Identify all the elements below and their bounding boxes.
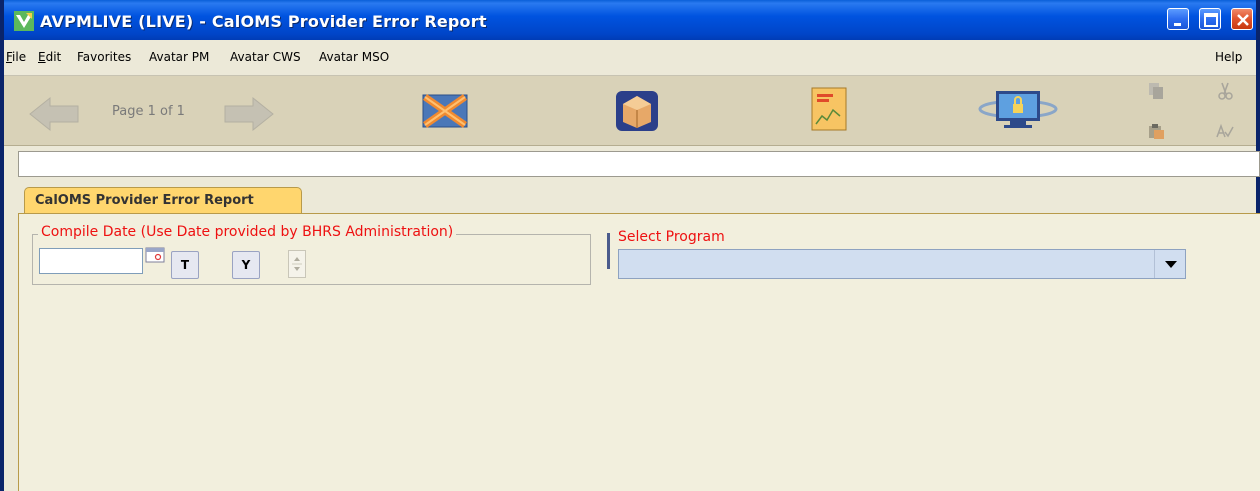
compile-date-label: Compile Date (Use Date provided by BHRS … <box>38 224 457 240</box>
menu-avatar-pm[interactable]: Avatar PM <box>149 50 209 64</box>
menu-avatar-mso[interactable]: Avatar MSO <box>319 50 389 64</box>
required-indicator <box>607 233 610 269</box>
select-program-label: Select Program <box>618 229 725 245</box>
close-form-icon[interactable] <box>421 93 469 129</box>
maximize-button[interactable] <box>1199 8 1221 30</box>
calendar-icon[interactable] <box>145 247 165 263</box>
submit-box-icon[interactable] <box>615 90 659 132</box>
menu-avatar-cws[interactable]: Avatar CWS <box>230 50 301 64</box>
menu-edit[interactable]: Edit <box>38 50 61 64</box>
compile-date-input[interactable] <box>39 248 143 274</box>
program-select[interactable] <box>618 249 1186 279</box>
spell-check-icon[interactable] <box>1216 122 1234 140</box>
select-divider <box>1154 250 1155 278</box>
minimize-button[interactable] <box>1167 8 1189 30</box>
close-window-button[interactable] <box>1231 8 1253 30</box>
forward-arrow-icon[interactable] <box>223 96 275 132</box>
menu-file[interactable]: File <box>6 50 26 64</box>
menu-bar: File Edit Favorites Avatar PM Avatar CWS… <box>4 40 1256 76</box>
close-icon <box>1237 14 1249 26</box>
lock-monitor-icon[interactable] <box>978 87 1058 131</box>
toolbar: Page 1 of 1 <box>4 76 1256 146</box>
app-window: AVPMLIVE (LIVE) - CalOMS Provider Error … <box>0 0 1260 491</box>
cut-icon[interactable] <box>1216 82 1234 100</box>
menu-favorites[interactable]: Favorites <box>77 50 131 64</box>
window-title: AVPMLIVE (LIVE) - CalOMS Provider Error … <box>40 12 487 31</box>
today-button[interactable]: T <box>171 251 199 279</box>
page-indicator: Page 1 of 1 <box>112 104 185 119</box>
status-field <box>18 151 1260 177</box>
report-icon[interactable] <box>810 86 848 132</box>
menu-help[interactable]: Help <box>1215 50 1242 64</box>
tab-label: CalOMS Provider Error Report <box>35 193 254 208</box>
maximize-icon <box>1204 13 1218 27</box>
yesterday-button[interactable]: Y <box>232 251 260 279</box>
tab-caloms-provider-error-report[interactable]: CalOMS Provider Error Report <box>24 187 302 214</box>
app-logo-icon <box>14 11 34 31</box>
chevron-down-icon[interactable] <box>1165 261 1177 268</box>
copy-icon[interactable] <box>1147 82 1165 100</box>
date-spinner[interactable] <box>288 250 306 278</box>
title-bar: AVPMLIVE (LIVE) - CalOMS Provider Error … <box>4 0 1256 40</box>
spinner-arrows-icon <box>292 257 302 271</box>
back-arrow-icon[interactable] <box>28 96 80 132</box>
minimize-icon <box>1174 23 1181 26</box>
paste-icon[interactable] <box>1147 122 1165 140</box>
